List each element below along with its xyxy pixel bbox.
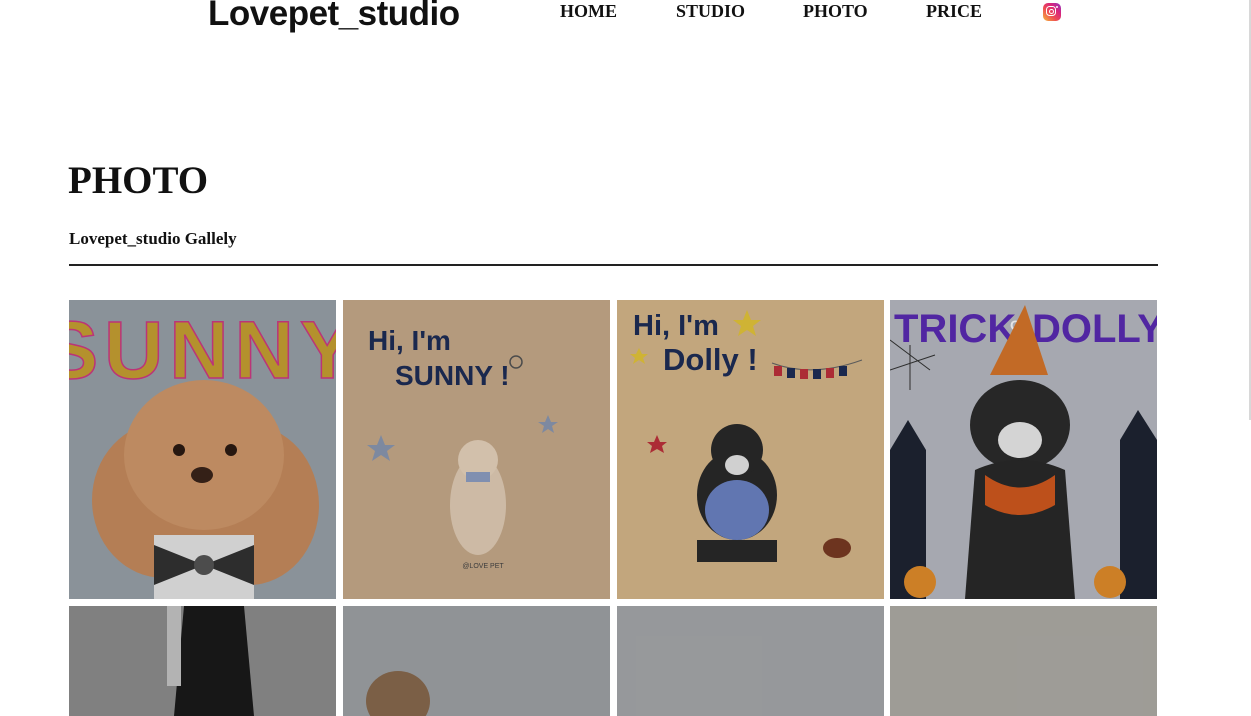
gallery-photo-row2-2[interactable]	[343, 606, 610, 716]
tile-sunny-title: SUNNY	[69, 305, 336, 396]
tile-dolly-halloween-text: DOLLY	[1032, 307, 1157, 351]
page-title: PHOTO	[68, 159, 209, 202]
instagram-icon[interactable]	[1043, 3, 1061, 21]
nav-studio[interactable]: STUDIO	[676, 1, 745, 22]
nav-photo[interactable]: PHOTO	[803, 1, 868, 22]
nav-price[interactable]: PRICE	[926, 1, 982, 22]
tile-hi-text: Hi, I'm	[368, 325, 451, 356]
nav-home[interactable]: HOME	[560, 1, 617, 22]
gallery-photo-sunny[interactable]: SUNNY	[69, 300, 336, 599]
divider-line	[69, 264, 1158, 266]
gallery-photo-row2-3[interactable]	[617, 606, 884, 716]
gallery-photo-hi-dolly[interactable]: Hi, I'm Dolly !	[617, 300, 884, 599]
tile-dolly-text: Dolly !	[663, 342, 758, 377]
gallery-photo-trick-or-dolly[interactable]: TRICK OR DOLLY	[890, 300, 1157, 599]
tile-hi-dolly-text: Hi, I'm	[633, 310, 719, 342]
gallery-photo-row2-4[interactable]	[890, 606, 1157, 716]
tile-sunny-text: SUNNY !	[395, 360, 510, 391]
tile-credit: @LOVE PET	[462, 563, 504, 570]
gallery-subtitle: Lovepet_studio Gallely	[69, 229, 237, 248]
site-logo[interactable]: Lovepet_studio	[208, 0, 460, 34]
gallery-photo-hi-sunny[interactable]: Hi, I'm SUNNY ! @LOVE PET	[343, 300, 610, 599]
gallery-photo-row2-1[interactable]	[69, 606, 336, 716]
tile-trick-text: TRICK	[894, 307, 1016, 351]
